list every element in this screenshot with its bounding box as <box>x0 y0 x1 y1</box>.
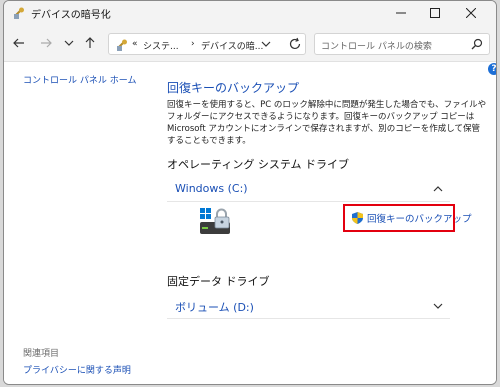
fixed-drive-heading: 固定データ ドライブ <box>167 275 270 288</box>
minimize-icon <box>396 12 406 14</box>
breadcrumb-item-device-encryption[interactable]: デバイスの暗... <box>201 39 263 52</box>
arrow-right-icon <box>41 38 52 48</box>
navigation-bar: « システ... › デバイスの暗... コントロール パネルの検索 <box>4 25 496 62</box>
fixed-drive-label[interactable]: ボリューム (D:) <box>175 299 254 315</box>
os-drive-heading: オペレーティング システム ドライブ <box>167 158 350 171</box>
close-button[interactable] <box>456 3 486 23</box>
breadcrumb-item-system[interactable]: システ... <box>143 39 179 52</box>
related-items-heading: 関連項目 <box>23 349 60 359</box>
search-icon[interactable] <box>471 38 483 50</box>
address-bar[interactable]: « システ... › デバイスの暗... <box>108 33 306 55</box>
control-panel-home-link[interactable]: コントロール パネル ホーム <box>23 73 136 86</box>
search-placeholder: コントロール パネルの検索 <box>321 42 432 52</box>
up-button[interactable] <box>82 35 98 51</box>
breadcrumb-overflow[interactable]: « <box>132 39 138 49</box>
recent-locations-button[interactable] <box>61 35 77 51</box>
chevron-up-icon[interactable] <box>433 185 443 193</box>
minimize-button[interactable] <box>386 3 416 23</box>
close-icon <box>466 8 476 18</box>
description-text: 回復キーを使用すると、PC のロック解除中に問題が発生した場合でも、ファイルやフ… <box>167 100 487 146</box>
maximize-button[interactable] <box>420 3 450 23</box>
privacy-statement-link[interactable]: プライバシーに関する声明 <box>23 363 131 376</box>
address-dropdown-icon[interactable] <box>261 40 271 48</box>
content-area: コントロール パネル ホーム 関連項目 プライバシーに関する声明 ? 回復キーの… <box>4 62 496 384</box>
title-bar: デバイスの暗号化 <box>4 1 496 25</box>
window-title: デバイスの暗号化 <box>31 10 111 21</box>
arrow-up-icon <box>85 37 95 48</box>
arrow-left-icon <box>13 38 24 48</box>
chevron-down-icon[interactable] <box>433 302 443 310</box>
os-drive-label[interactable]: Windows (C:) <box>175 182 248 195</box>
search-box[interactable]: コントロール パネルの検索 <box>314 33 490 55</box>
refresh-icon[interactable] <box>288 37 302 51</box>
os-drive-row[interactable]: Windows (C:) <box>167 177 450 202</box>
chevron-down-icon <box>64 40 74 46</box>
page-title: 回復キーのバックアップ <box>167 81 300 95</box>
help-button[interactable]: ? <box>488 63 496 75</box>
breadcrumb-separator[interactable]: › <box>191 39 195 49</box>
app-icon <box>14 7 24 19</box>
app-window: デバイスの暗号化 « システ... › デバイスの暗... コントロール パネル… <box>3 0 497 385</box>
locked-drive-icon <box>200 208 230 234</box>
forward-button[interactable] <box>38 35 54 51</box>
highlight-box <box>343 204 455 232</box>
maximize-icon <box>430 8 440 18</box>
key-shield-icon <box>117 39 127 51</box>
fixed-drive-row[interactable]: ボリューム (D:) <box>167 294 450 319</box>
back-button[interactable] <box>11 35 27 51</box>
